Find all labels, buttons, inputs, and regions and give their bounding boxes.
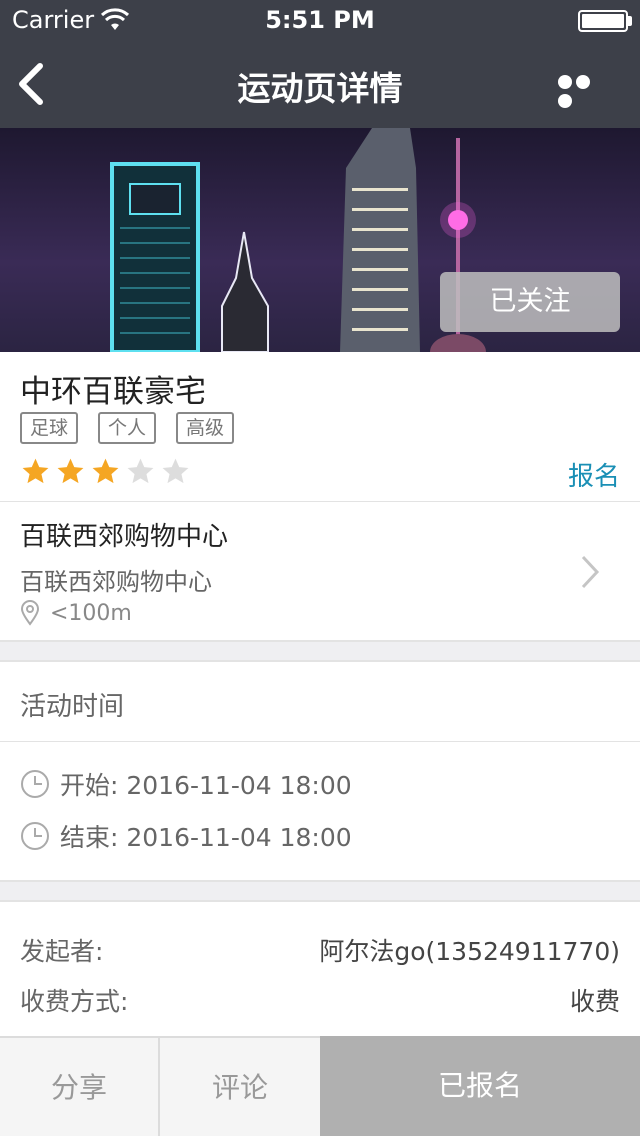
status-bar: Carrier 5:51 PM — [0, 0, 640, 40]
battery-tip — [628, 16, 632, 26]
battery-icon — [578, 10, 628, 32]
fee-value: 收费 — [569, 987, 620, 1016]
follow-button[interactable]: 已关注 — [440, 272, 620, 332]
event-name: 中环百联豪宅 — [20, 374, 206, 410]
share-button[interactable]: 分享 — [0, 1036, 160, 1136]
location-distance: <100m — [50, 600, 132, 626]
end-time-row: 结束: 2016-11-04 18:00 — [20, 818, 352, 854]
clock-icon — [21, 770, 49, 798]
star-rating — [20, 456, 191, 487]
activity-time-label: 活动时间 — [20, 692, 125, 722]
fee-label: 收费方式: — [20, 987, 129, 1016]
tag-type: 个人 — [98, 412, 157, 444]
location-name: 百联西郊购物中心 — [20, 522, 229, 552]
top-bar: Carrier 5:51 PM 运动页详情 — [0, 0, 640, 128]
star-filled-icon — [22, 458, 49, 484]
hero-image: 已关注 — [0, 128, 640, 352]
bottom-action-bar: 分享 评论 已报名 — [0, 1036, 640, 1136]
start-time: 开始: 2016-11-04 18:00 — [60, 771, 352, 800]
clock-icon — [21, 822, 49, 850]
location-row[interactable]: 百联西郊购物中心 百联西郊购物中心 <100m — [0, 502, 640, 640]
end-time: 结束: 2016-11-04 18:00 — [60, 823, 352, 852]
event-info: 发起者: 阿尔法go(13524911770) 收费方式: 收费 — [0, 902, 640, 1042]
start-time-row: 开始: 2016-11-04 18:00 — [20, 766, 352, 802]
star-filled-icon — [57, 458, 84, 484]
page-title: 运动页详情 — [237, 69, 403, 108]
section-gap — [0, 640, 640, 662]
location-pin-icon — [20, 600, 40, 626]
event-summary: 中环百联豪宅 足球 个人 高级 报名 — [0, 352, 640, 502]
activity-time-header: 活动时间 — [0, 662, 640, 742]
signed-up-button[interactable]: 已报名 — [320, 1036, 640, 1136]
location-distance-row: <100m — [20, 600, 132, 626]
signup-link[interactable]: 报名 — [568, 456, 620, 493]
section-gap — [0, 880, 640, 902]
tag-sport: 足球 — [20, 412, 79, 444]
more-options-icon[interactable] — [558, 74, 608, 108]
navigation-bar: 运动页详情 — [0, 40, 640, 128]
fee-row: 收费方式: 收费 — [20, 982, 620, 1018]
location-address: 百联西郊购物中心 — [20, 568, 212, 596]
tag-level: 高级 — [176, 412, 235, 444]
star-filled-icon — [92, 458, 119, 484]
tag-list: 足球 个人 高级 — [20, 412, 235, 444]
activity-time-rows: 开始: 2016-11-04 18:00 结束: 2016-11-04 18:0… — [0, 742, 640, 880]
comment-button[interactable]: 评论 — [160, 1036, 320, 1136]
organizer-row: 发起者: 阿尔法go(13524911770) — [20, 932, 620, 968]
status-time: 5:51 PM — [265, 6, 375, 34]
chevron-right-icon — [581, 555, 600, 589]
organizer-label: 发起者: — [20, 937, 104, 966]
star-empty-icon — [162, 458, 189, 484]
star-empty-icon — [127, 458, 154, 484]
organizer-value: 阿尔法go(13524911770) — [319, 937, 620, 966]
